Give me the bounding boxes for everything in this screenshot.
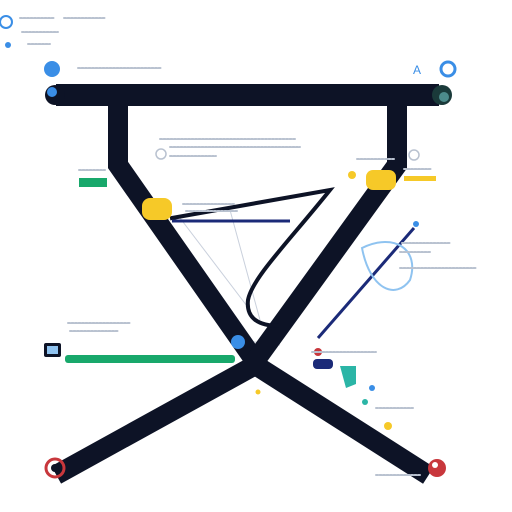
camera-icon (44, 343, 61, 357)
light-blue-curve (360, 241, 414, 291)
green-bar (65, 355, 235, 363)
pin-icon (155, 148, 167, 160)
yellow-accent-left (142, 198, 172, 220)
svg-text:A: A (413, 63, 421, 77)
info-icon-top-left (0, 15, 13, 48)
yellow-accent-right (366, 170, 396, 190)
globe-icon-right (432, 85, 452, 105)
green-mini-bar (79, 178, 107, 187)
blue-dot-icon (44, 61, 60, 77)
navy-shape (313, 359, 333, 369)
cloud-icon (408, 149, 420, 161)
blue-node-icon (231, 335, 245, 349)
yellow-dot-small-icon (255, 389, 261, 395)
yellow-label-bar (404, 176, 436, 181)
blue-small-dot-icon (413, 221, 419, 227)
frame (51, 84, 439, 484)
yellow-dot-icon (348, 171, 356, 179)
teal-shape (340, 366, 356, 388)
user-outline-icon: A (413, 60, 457, 78)
globe-icon (45, 85, 65, 105)
red-orb-icon (428, 459, 446, 477)
illustration-canvas: A (0, 15, 477, 484)
